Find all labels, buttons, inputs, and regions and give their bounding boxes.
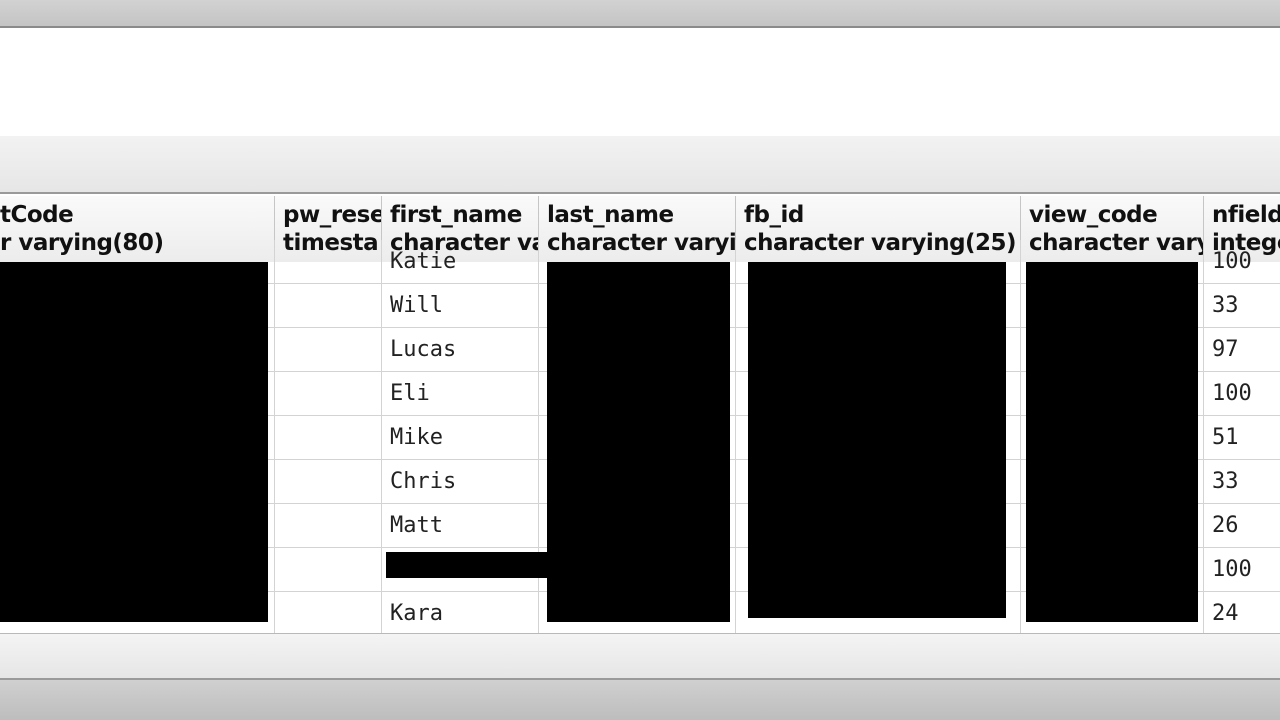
window-top-bar bbox=[0, 0, 1280, 28]
column-name: tCode bbox=[0, 202, 74, 228]
redaction-view-code bbox=[1026, 262, 1198, 622]
cell-nfield[interactable]: 33 bbox=[1204, 460, 1280, 504]
column-name: nfield bbox=[1212, 202, 1280, 228]
cell-nfield[interactable]: 26 bbox=[1204, 504, 1280, 548]
cell-pw-reset[interactable] bbox=[275, 372, 382, 416]
cell-first-name[interactable]: Mike bbox=[382, 416, 539, 460]
redaction-first-name bbox=[386, 552, 556, 578]
cell-nfield[interactable]: 51 bbox=[1204, 416, 1280, 460]
grid-footer bbox=[0, 633, 1280, 678]
cell-first-name[interactable]: Will bbox=[382, 284, 539, 328]
column-name: view_code bbox=[1029, 202, 1158, 228]
cell-nfield[interactable]: 24 bbox=[1204, 592, 1280, 633]
cell-pw-reset[interactable] bbox=[275, 416, 382, 460]
results-grid[interactable]: tCode r varying(80) pw_rese timesta firs… bbox=[0, 196, 1280, 633]
cell-pw-reset[interactable] bbox=[275, 328, 382, 372]
results-toolbar bbox=[0, 136, 1280, 194]
cell-nfield[interactable]: 33 bbox=[1204, 284, 1280, 328]
cell-nfield[interactable]: 100 bbox=[1204, 240, 1280, 284]
column-name: pw_rese bbox=[283, 202, 382, 228]
status-bar bbox=[0, 678, 1280, 720]
grid-body: Katie 100 Will 33 Lucas 97 Eli 100 Mike … bbox=[0, 240, 1280, 633]
cell-pw-reset[interactable] bbox=[275, 284, 382, 328]
cell-first-name[interactable]: Eli bbox=[382, 372, 539, 416]
cell-nfield[interactable]: 100 bbox=[1204, 548, 1280, 592]
cell-first-name[interactable]: Chris bbox=[382, 460, 539, 504]
redaction-last-name bbox=[547, 262, 730, 622]
cell-nfield[interactable]: 97 bbox=[1204, 328, 1280, 372]
cell-pw-reset[interactable] bbox=[275, 548, 382, 592]
cell-pw-reset[interactable] bbox=[275, 592, 382, 633]
cell-first-name[interactable]: Katie bbox=[382, 240, 539, 284]
cell-first-name[interactable]: Kara bbox=[382, 592, 539, 633]
cell-pw-reset[interactable] bbox=[275, 460, 382, 504]
cell-first-name[interactable]: Matt bbox=[382, 504, 539, 548]
column-name: fb_id bbox=[744, 202, 804, 228]
cell-nfield[interactable]: 100 bbox=[1204, 372, 1280, 416]
redaction-fb-id bbox=[748, 262, 1006, 618]
cell-first-name[interactable]: Lucas bbox=[382, 328, 539, 372]
column-name: first_name bbox=[390, 202, 522, 228]
cell-pw-reset[interactable] bbox=[275, 504, 382, 548]
redaction-tcode bbox=[0, 262, 268, 622]
column-name: last_name bbox=[547, 202, 674, 228]
cell-pw-reset[interactable] bbox=[275, 240, 382, 284]
query-editor-area[interactable] bbox=[0, 30, 1280, 136]
